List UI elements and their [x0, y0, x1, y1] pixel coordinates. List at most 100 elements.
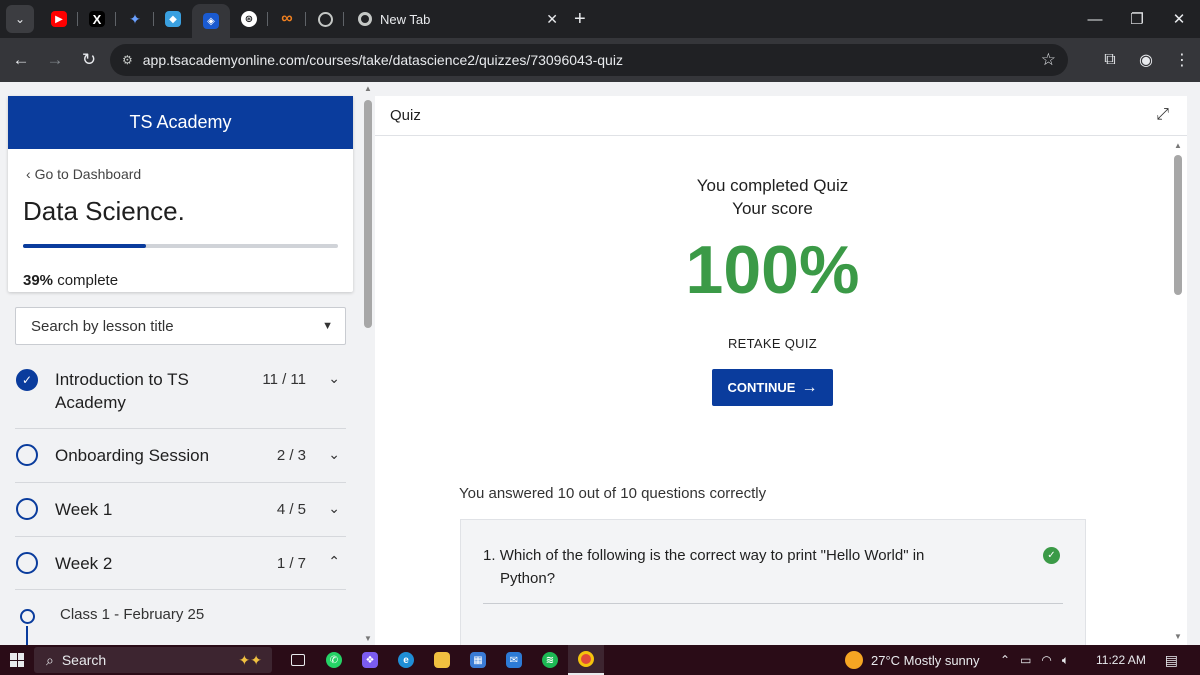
menu-kebab-icon[interactable]: ⋮: [1164, 50, 1200, 70]
progress-bar: [23, 244, 338, 248]
toolbar-actions: ⧉ ◉ ⋮: [1092, 38, 1200, 82]
windows-start-icon[interactable]: [0, 653, 34, 667]
continue-button[interactable]: CONTINUE →: [712, 369, 833, 406]
section-count: 4 / 5: [276, 501, 306, 518]
scroll-up-icon[interactable]: ▲: [1174, 141, 1182, 150]
edge-icon[interactable]: e: [388, 645, 424, 675]
clock[interactable]: 11:22 AM: [1096, 653, 1146, 667]
wifi-icon[interactable]: ◠: [1041, 653, 1051, 667]
section-onboarding[interactable]: Onboarding Session 2 / 3 ⌄: [15, 429, 346, 483]
scroll-up-icon[interactable]: ▲: [364, 84, 372, 93]
section-introduction[interactable]: ✓ Introduction to TS Academy 11 / 11 ⌄: [15, 353, 346, 429]
close-window-icon[interactable]: ✕: [1158, 0, 1200, 38]
chevron-down-icon[interactable]: ⌄: [328, 446, 340, 463]
retake-quiz-link[interactable]: RETAKE QUIZ: [375, 336, 1170, 351]
chrome-taskbar-icon[interactable]: [568, 645, 604, 675]
scroll-down-icon[interactable]: ▼: [364, 634, 372, 643]
copilot-icon[interactable]: ❖: [352, 645, 388, 675]
browser-toolbar: ← → ↻ ⚙ app.tsacademyonline.com/courses/…: [0, 38, 1200, 82]
lesson-connector: [26, 626, 28, 645]
quiz-scrollbar[interactable]: ▲ ▼: [1173, 141, 1183, 641]
go-to-dashboard-link[interactable]: ‹ Go to Dashboard: [26, 166, 141, 182]
lesson-item[interactable]: Class 1 - February 25: [15, 602, 346, 645]
sun-icon: [845, 651, 863, 669]
brand-header: TS Academy: [8, 96, 353, 149]
chevron-down-icon[interactable]: ⌄: [328, 500, 340, 517]
arrow-right-icon: →: [801, 378, 818, 396]
minimize-icon[interactable]: —: [1074, 0, 1116, 38]
question-divider: [483, 603, 1063, 604]
restore-icon[interactable]: ❐: [1116, 0, 1158, 38]
expand-icon[interactable]: ⤢: [1156, 106, 1169, 124]
tab-new-tab[interactable]: New Tab ✕: [348, 4, 568, 34]
back-arrow-icon[interactable]: ←: [4, 43, 38, 77]
section-title: Week 2: [55, 554, 113, 573]
mail-icon[interactable]: ✉: [496, 645, 532, 675]
tab-globe[interactable]: [306, 4, 344, 34]
volume-icon[interactable]: 🔈︎: [1062, 653, 1069, 668]
question-card[interactable]: 1. Which of the following is the correct…: [460, 519, 1086, 645]
taskbar-search[interactable]: ⌕ Search ✦✦: [34, 647, 272, 673]
system-tray: ⌃ ▭ ◠ 🔈︎: [1000, 645, 1079, 675]
whatsapp-icon[interactable]: ✆: [316, 645, 352, 675]
section-week-2[interactable]: Week 2 1 / 7 ⌃: [15, 537, 346, 590]
course-card: TS Academy ‹ Go to Dashboard Data Scienc…: [8, 96, 353, 292]
completed-text: You completed Quiz: [696, 176, 849, 195]
battery-icon[interactable]: ▭: [1020, 653, 1031, 667]
forward-arrow-icon[interactable]: →: [38, 43, 72, 77]
tab-search-chevron-icon[interactable]: ⌄: [6, 5, 34, 33]
reload-icon[interactable]: ↻: [72, 43, 106, 77]
lesson-title: Class 1 - February 25: [60, 606, 205, 623]
infinity-icon: ∞: [281, 10, 293, 27]
tab-x[interactable]: X: [78, 4, 116, 34]
quiz-panel: Quiz ⤢ You completed Quiz Your score 100…: [375, 96, 1187, 645]
store-icon[interactable]: ▦: [460, 645, 496, 675]
scroll-down-icon[interactable]: ▼: [1174, 632, 1182, 641]
notifications-icon[interactable]: ▤: [1165, 652, 1178, 669]
sidebar-scroll-thumb[interactable]: [364, 100, 372, 328]
lesson-search-placeholder: Search by lesson title: [31, 317, 174, 335]
score-label: Your score: [732, 199, 813, 218]
chevron-up-icon[interactable]: ⌃: [328, 553, 340, 570]
back-link-label: Go to Dashboard: [34, 166, 142, 182]
tab-youtube[interactable]: ▶: [40, 4, 78, 34]
file-explorer-icon[interactable]: [424, 645, 460, 675]
spotify-icon[interactable]: ≋: [532, 645, 568, 675]
task-view-icon[interactable]: [280, 645, 316, 675]
tab-meta[interactable]: ∞: [268, 4, 306, 34]
youtube-icon: ▶: [51, 11, 67, 27]
chevron-down-icon[interactable]: ⌄: [328, 370, 340, 387]
tab-chatgpt[interactable]: ⊛: [230, 4, 268, 34]
tab-gemini[interactable]: ✦: [116, 4, 154, 34]
cube-icon: ◆: [165, 11, 181, 27]
chevron-left-icon: ‹: [26, 166, 35, 182]
progress-suffix: complete: [53, 272, 119, 289]
sidebar-scrollbar[interactable]: ▲ ▼: [363, 82, 373, 645]
weather-text: 27°C Mostly sunny: [871, 652, 980, 668]
window-controls: — ❐ ✕: [1074, 0, 1200, 38]
bookmark-star-icon[interactable]: ☆: [1041, 50, 1056, 70]
taskbar: ⌕ Search ✦✦ ✆ ❖ e ▦ ✉ ≋ 27°C Mostly sunn…: [0, 645, 1200, 675]
chevron-up-icon[interactable]: ⌃: [1000, 653, 1010, 667]
weather-widget[interactable]: 27°C Mostly sunny: [845, 645, 980, 675]
correct-check-icon: ✓: [1043, 547, 1060, 564]
quiz-scroll-thumb[interactable]: [1174, 155, 1182, 295]
url-text[interactable]: app.tsacademyonline.com/courses/take/dat…: [143, 52, 623, 68]
question-number: 1.: [483, 547, 496, 564]
site-settings-icon[interactable]: ⚙: [122, 53, 133, 67]
lesson-status-ring-icon: [20, 609, 35, 624]
address-bar[interactable]: ⚙ app.tsacademyonline.com/courses/take/d…: [110, 44, 1068, 76]
tab-tsacademy[interactable]: ◈: [192, 4, 230, 38]
new-tab-plus-icon[interactable]: +: [574, 8, 586, 31]
search-icon: ⌕: [46, 651, 54, 668]
tab-strip: ⌄ ▶ X ✦ ◆ ◈ ⊛ ∞ New Tab ✕ + — ❐ ✕: [0, 0, 1200, 38]
close-tab-icon[interactable]: ✕: [546, 11, 558, 28]
lesson-search-select[interactable]: Search by lesson title ▼: [15, 307, 346, 345]
extensions-icon[interactable]: ⧉: [1092, 51, 1128, 69]
section-week-1[interactable]: Week 1 4 / 5 ⌄: [15, 483, 346, 537]
sparkle-icon: ✦✦: [238, 651, 262, 668]
profile-icon[interactable]: ◉: [1128, 50, 1164, 70]
section-title: Introduction to TS Academy: [55, 370, 189, 412]
section-count: 11 / 11: [262, 371, 306, 388]
tab-app[interactable]: ◆: [154, 4, 192, 34]
